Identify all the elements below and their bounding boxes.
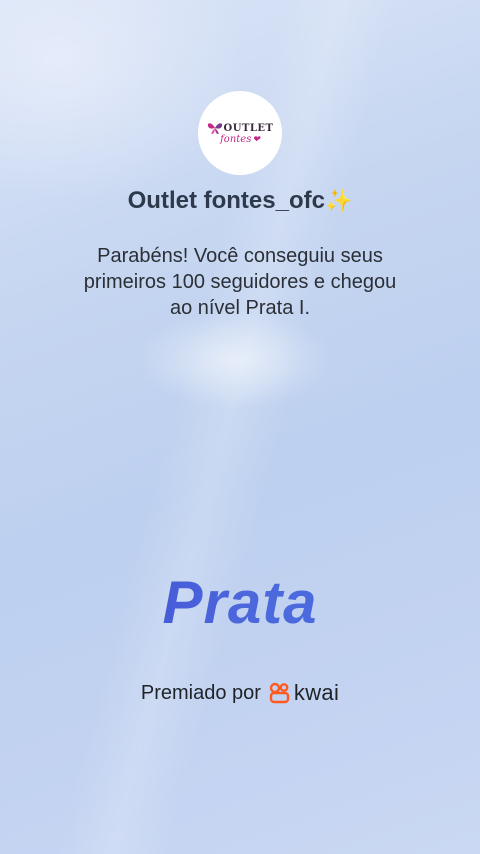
logo-text-fontes: fontes ❤ [220,134,260,145]
message-line-1: Parabéns! Você conseguiu seus [97,245,383,267]
butterfly-icon [207,123,222,134]
profile-avatar[interactable]: OUTLET fontes ❤ [198,91,282,175]
sparkles-icon: ✨ [324,188,353,213]
logo-text-outlet: OUTLET [223,122,274,134]
kwai-brand-text: kwai [293,680,340,705]
logo-top-row: OUTLET [207,121,274,135]
profile-name: Outlet fontes_ofc✨ [0,187,480,215]
heart-icon: ❤ [252,134,260,145]
message-line-2: primeiros 100 seguidores e chegou [83,271,397,293]
logo-text-fontes-word: fontes [220,134,252,145]
message-line-3: ao nível Prata I. [169,297,311,319]
congratulations-message: Parabéns! Você conseguiu seus primeiros … [60,243,420,321]
awarded-by: Premiado por kwai [0,680,480,706]
rank-label: Prata [0,568,480,637]
profile-name-text: Outlet fontes_ofc [127,187,325,214]
kwai-logo-icon [269,682,290,704]
awarded-by-label: Premiado por [140,681,261,704]
